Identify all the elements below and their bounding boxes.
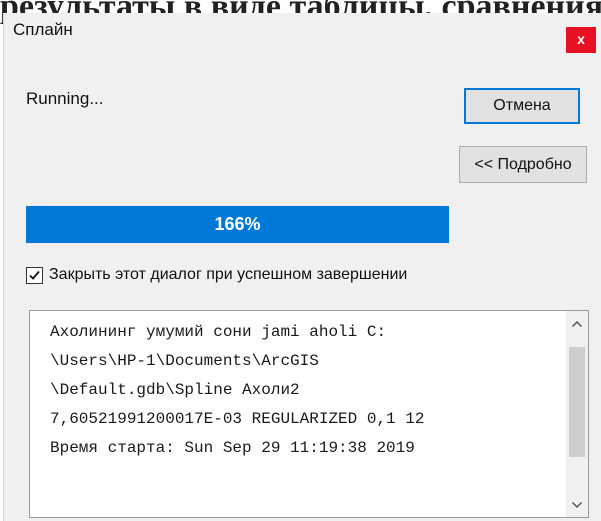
message-log[interactable]: Ахолининг умумий сони jami aholi C: \Use… <box>29 310 589 518</box>
dialog-title: Сплайн <box>13 20 73 39</box>
close-icon: x <box>577 31 585 47</box>
progress-bar: 166% <box>26 206 449 243</box>
log-text: Ахолининг умумий сони jami aholi C: \Use… <box>50 318 560 463</box>
chevron-up-icon <box>571 320 583 328</box>
chevron-down-icon <box>571 501 583 509</box>
spline-dialog: Сплайн x Running... Отмена << Подробно 1… <box>3 13 601 521</box>
cancel-button[interactable]: Отмена <box>464 88 580 124</box>
log-line: \Users\HP-1\Documents\ArcGIS <box>50 352 319 370</box>
log-line: Время старта: Sun Sep 29 11:19:38 2019 <box>50 439 415 457</box>
scrollbar-thumb[interactable] <box>569 347 585 457</box>
scroll-down-button[interactable] <box>566 494 588 516</box>
close-on-success-checkbox[interactable] <box>26 266 43 284</box>
progress-label: 166% <box>214 214 261 234</box>
log-line: Ахолининг умумий сони jami aholi C: <box>50 323 387 341</box>
log-line: \Default.gdb\Spline Ахоли2 <box>50 381 300 399</box>
title-bar: Сплайн x <box>4 13 601 53</box>
check-icon <box>29 270 40 280</box>
close-on-success-label: Закрыть этот диалог при успешном заверше… <box>49 266 408 283</box>
status-text: Running... <box>26 89 104 108</box>
scroll-up-button[interactable] <box>566 313 588 335</box>
log-line: 7,60521991200017E-03 REGULARIZED 0,1 12 <box>50 410 425 428</box>
close-on-success-option[interactable]: Закрыть этот диалог при успешном заверше… <box>26 263 407 287</box>
close-button[interactable]: x <box>566 27 596 53</box>
details-toggle-button[interactable]: << Подробно <box>459 146 587 183</box>
log-scrollbar[interactable] <box>566 311 588 517</box>
